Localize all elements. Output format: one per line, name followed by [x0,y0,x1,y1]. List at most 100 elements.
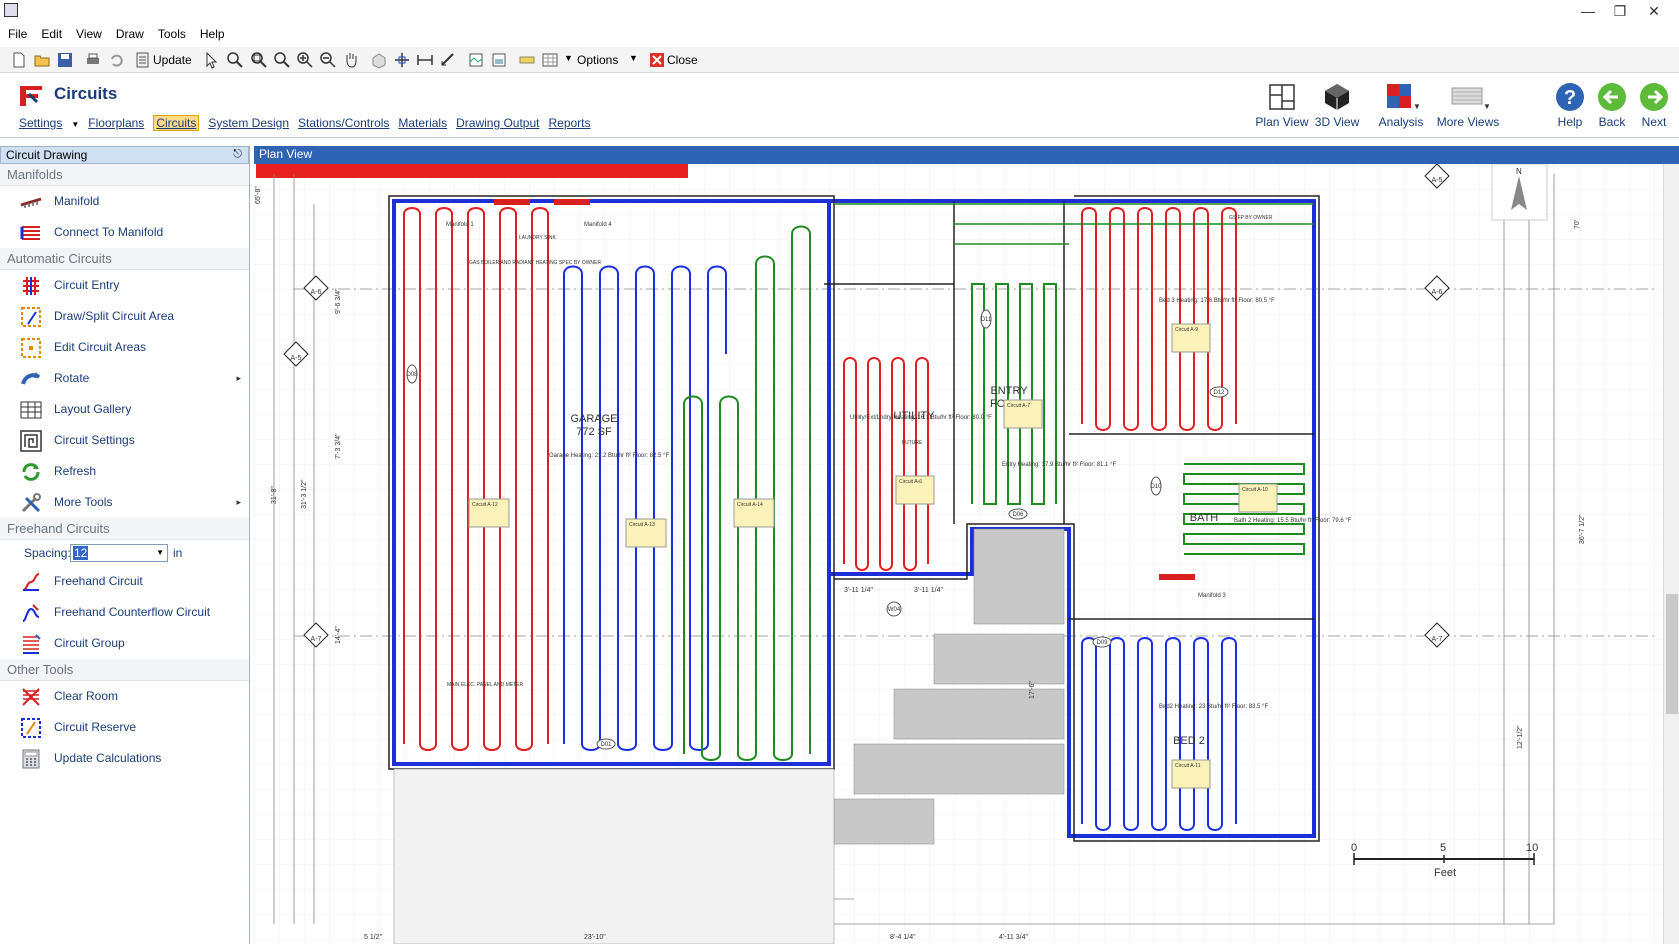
dimension-label: 12'-1/2" [1517,725,1524,749]
circuit-tag[interactable]: Circuit A-9 [1171,323,1211,353]
circuit-reserve-icon [21,718,41,738]
tool-circuit-group[interactable]: Circuit Group [0,628,249,659]
tool-circuit-entry[interactable]: Circuit Entry [0,270,249,301]
update-button[interactable]: Update [153,53,192,67]
zoom-in-icon[interactable] [296,51,314,69]
tool-freehand-circuit[interactable]: Freehand Circuit [0,566,249,597]
menu-file[interactable]: File [0,24,34,44]
options-dropdown-icon[interactable]: ▼ [629,53,638,63]
tab-settings-dropdown-icon[interactable]: ▼ [71,120,79,129]
circuit-tag[interactable]: Circuit A-14 [733,498,775,528]
dimension-icon[interactable] [416,51,434,69]
door-tag[interactable]: W04 [886,601,902,617]
more-views-icon: ▼ [1451,87,1490,111]
zoom-all-icon[interactable] [273,51,291,69]
tab-settings[interactable]: Settings [19,116,62,130]
tab-stations-controls[interactable]: Stations/Controls [298,116,389,130]
menu-view[interactable]: View [69,24,109,44]
menu-edit[interactable]: Edit [34,24,69,44]
options-button[interactable]: Options [577,53,618,67]
tool-freehand-counterflow-circuit[interactable]: Freehand Counterflow Circuit [0,597,249,628]
menu-help[interactable]: Help [193,24,232,44]
tool-label: Connect To Manifold [54,225,164,239]
tool-clear-room[interactable]: Clear Room [0,681,249,712]
select-arrow-icon[interactable] [203,51,221,69]
spacing-select[interactable]: 12 ▼ [70,544,168,562]
door-tag[interactable]: D09 [1092,636,1112,648]
tab-circuits[interactable]: Circuits [153,115,200,131]
tool-label: Circuit Entry [54,278,120,292]
view-3d-icon[interactable] [370,51,388,69]
analysis-button[interactable]: ▼ Analysis [1370,81,1432,129]
3d-view-button[interactable]: 3D View [1313,81,1361,129]
circuit-tag[interactable]: Circuit A-11 [1171,759,1211,789]
undo-icon[interactable] [107,51,125,69]
circuit-group-icon [23,634,41,654]
close-window-icon[interactable]: ✕ [1631,0,1677,22]
note-fp: GS FP BY OWNER [1229,215,1273,221]
tool-circuit-settings[interactable]: Circuit Settings [0,425,249,456]
door-tag[interactable]: D06 [1008,508,1028,520]
door-tag[interactable]: D12 [1209,386,1229,398]
snap-crosshair-icon[interactable] [393,51,411,69]
plan-view-button[interactable]: Plan View [1252,81,1312,129]
tool-draw-split-circuit-area[interactable]: Draw/Split Circuit Area [0,301,249,332]
grid-options-icon[interactable] [541,51,559,69]
tool-connect-to-manifold[interactable]: Connect To Manifold [0,217,249,248]
svg-text:Circuit A-14: Circuit A-14 [737,502,763,508]
pin-icon[interactable]: ⎋ [233,148,242,161]
circuit-tag[interactable]: Circuit A-10 [1238,483,1278,513]
tool-more-tools[interactable]: More Tools ▸ [0,487,249,518]
submenu-arrow-icon: ▸ [236,373,241,383]
zoom-extents-icon[interactable] [226,51,244,69]
group-automatic-circuits: Automatic Circuits [0,248,249,270]
save-icon[interactable] [56,51,74,69]
tab-materials[interactable]: Materials [398,116,447,130]
image-icon[interactable] [490,51,508,69]
note-future: FUTURE [902,440,923,446]
vertical-scrollbar[interactable] [1663,164,1679,944]
tab-drawing-output[interactable]: Drawing Output [456,116,539,130]
tool-update-calculations[interactable]: Update Calculations [0,743,249,774]
update-icon[interactable] [134,51,152,69]
grid-options-dropdown-icon[interactable]: ▼ [564,53,573,63]
next-button[interactable]: Next [1636,81,1672,129]
circuit-tag[interactable]: Circuit A-13 [625,518,667,548]
measure-icon[interactable] [439,51,457,69]
close-button[interactable]: Close [667,53,698,67]
tab-system-design[interactable]: System Design [208,116,289,130]
tab-reports[interactable]: Reports [548,116,590,130]
tool-circuit-reserve[interactable]: Circuit Reserve [0,712,249,743]
ruler-icon[interactable] [518,51,536,69]
tool-edit-circuit-areas[interactable]: Edit Circuit Areas [0,332,249,363]
load-bath: Bath 2 Heating: 15.5 Btu/hr ft² Floor: 7… [1234,518,1352,524]
menu-tools[interactable]: Tools [151,24,193,44]
new-file-icon[interactable] [10,51,28,69]
layer-icon[interactable] [467,51,485,69]
tool-label: Freehand Circuit [54,574,143,588]
drawing-canvas[interactable]: GARAGE 772 SF ENTRY FOYER BATH BED 2 UTI… [254,164,1679,944]
back-button[interactable]: Back [1594,81,1630,129]
tool-layout-gallery[interactable]: Layout Gallery [0,394,249,425]
circuit-tag[interactable]: Circuit A-12 [468,498,510,528]
scrollbar-thumb[interactable] [1666,594,1678,714]
open-folder-icon[interactable] [33,51,51,69]
help-button[interactable]: ? Help [1552,81,1588,129]
zoom-out-icon[interactable] [319,51,337,69]
tool-label: Circuit Settings [54,433,135,447]
tool-rotate[interactable]: Rotate ▸ [0,363,249,394]
refresh-icon [22,463,40,481]
more-views-button[interactable]: ▼ More Views [1432,81,1504,129]
clear-room-icon [22,688,40,706]
tool-manifold[interactable]: Manifold [0,186,249,217]
print-icon[interactable] [84,51,102,69]
door-tag[interactable]: D01 [596,738,616,750]
circuit-tag[interactable]: Circuit A-7 [1003,399,1043,429]
pan-hand-icon[interactable] [342,51,360,69]
zoom-window-icon[interactable] [250,51,268,69]
tab-floorplans[interactable]: Floorplans [88,116,144,130]
close-red-icon[interactable] [648,51,666,69]
tool-refresh[interactable]: Refresh [0,456,249,487]
menu-draw[interactable]: Draw [109,24,151,44]
circuit-tag[interactable]: Circuit A-6 [895,475,935,505]
